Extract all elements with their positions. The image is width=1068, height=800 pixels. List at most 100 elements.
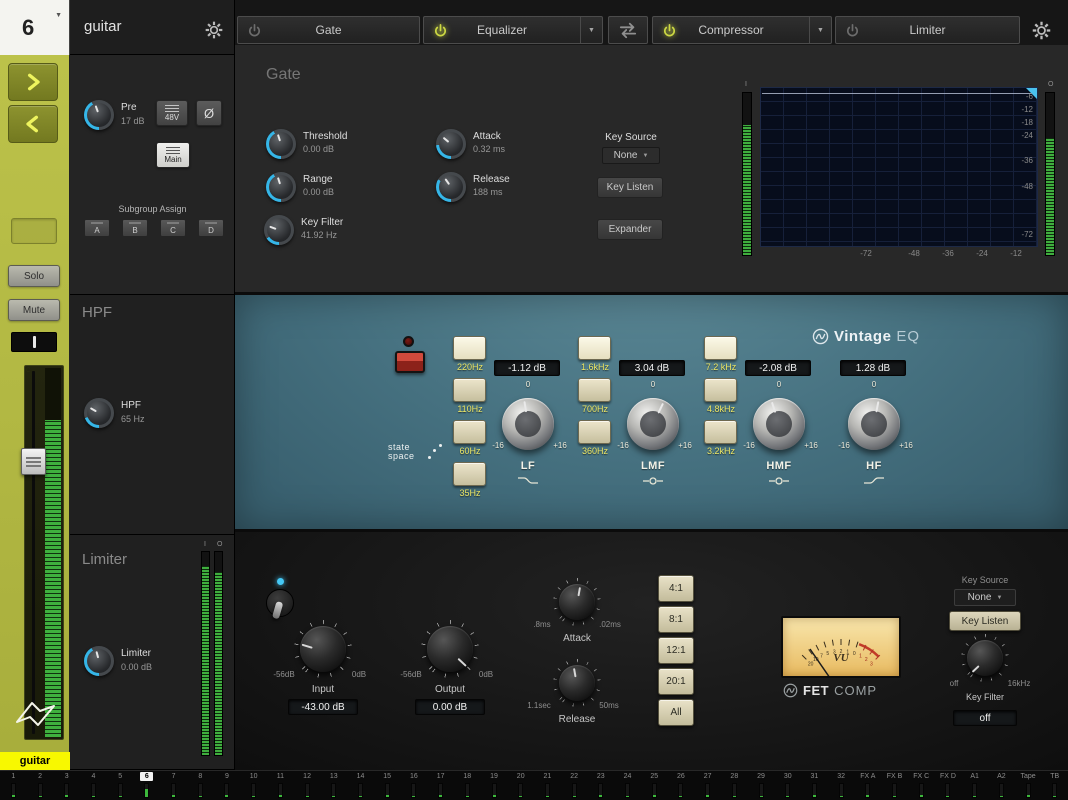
rail-channel-21[interactable]: 21 [534, 771, 561, 800]
gate-graph[interactable]: -6 -12 -18 -24 -36 -48 -72 [760, 87, 1038, 247]
rail-channel-26[interactable]: 26 [668, 771, 695, 800]
eq-lmf-freq-1k6-button[interactable] [578, 336, 611, 360]
comp-input-knob[interactable] [300, 626, 346, 672]
rail-channel-28[interactable]: 28 [721, 771, 748, 800]
comp-key-source-dropdown[interactable]: None ▼ [954, 589, 1016, 606]
phantom-48v-button[interactable]: 48V [156, 100, 188, 126]
subgroup-a-button[interactable]: A [84, 219, 110, 237]
processing-settings-gear-icon[interactable] [1026, 17, 1056, 43]
gate-threshold-knob[interactable] [266, 129, 296, 159]
subgroup-d-button[interactable]: D [198, 219, 224, 237]
comp-attack-knob[interactable] [559, 584, 595, 620]
eq-hmf-freq-4k8-button[interactable] [704, 378, 737, 402]
rail-channel-4[interactable]: 4 [80, 771, 107, 800]
comp-key-listen-button[interactable]: Key Listen [949, 611, 1021, 631]
rail-channel-FX D[interactable]: FX D [935, 771, 962, 800]
rail-channel-27[interactable]: 27 [694, 771, 721, 800]
rail-channel-FX C[interactable]: FX C [908, 771, 935, 800]
eq-hmf-freq-7k2-button[interactable] [704, 336, 737, 360]
rail-channel-8[interactable]: 8 [187, 771, 214, 800]
pan-control[interactable] [11, 332, 57, 352]
tab-equalizer[interactable]: Equalizer ▼ [423, 16, 603, 44]
rail-channel-32[interactable]: 32 [828, 771, 855, 800]
rail-channel-19[interactable]: 19 [481, 771, 508, 800]
rail-channel-9[interactable]: 9 [214, 771, 241, 800]
main-assign-button[interactable]: Main [156, 142, 190, 168]
eq-lmf-freq-360-button[interactable] [578, 420, 611, 444]
eq-lf-freq-110-button[interactable] [453, 378, 486, 402]
eq-power-switch[interactable] [395, 351, 425, 373]
tab-gate[interactable]: Gate [237, 16, 420, 44]
rail-channel-10[interactable]: 10 [240, 771, 267, 800]
channel-name-tag[interactable]: guitar [0, 752, 70, 770]
comp-output-knob[interactable] [427, 626, 473, 672]
rail-channel-FX A[interactable]: FX A [855, 771, 882, 800]
comp-release-knob[interactable] [559, 665, 595, 701]
comp-keyfilter-knob[interactable] [967, 640, 1003, 676]
pre-gain-knob[interactable] [84, 100, 114, 130]
mute-button[interactable]: Mute [8, 299, 60, 321]
hpf-knob[interactable] [84, 398, 114, 428]
gate-attack-knob[interactable] [436, 129, 466, 159]
comp-ratio-20-1-button[interactable]: 20:1 [658, 668, 694, 695]
channel-color-box[interactable] [11, 218, 57, 244]
phase-invert-button[interactable]: Ø [196, 100, 222, 126]
fader-handle[interactable] [21, 448, 46, 475]
tab-compressor[interactable]: Compressor ▼ [652, 16, 832, 44]
rail-channel-2[interactable]: 2 [27, 771, 54, 800]
rail-channel-Tape[interactable]: Tape [1015, 771, 1042, 800]
gate-range-knob[interactable] [266, 172, 296, 202]
rail-channel-23[interactable]: 23 [587, 771, 614, 800]
solo-button[interactable]: Solo [8, 265, 60, 287]
channel-settings-gear-icon[interactable] [202, 18, 226, 42]
prev-channel-button[interactable] [8, 105, 58, 143]
eq-lf-freq-35-button[interactable] [453, 462, 486, 486]
gate-key-source-dropdown[interactable]: None ▼ [602, 147, 660, 164]
rail-channel-1[interactable]: 1 [0, 771, 27, 800]
gate-expander-button[interactable]: Expander [597, 219, 663, 240]
rail-channel-30[interactable]: 30 [774, 771, 801, 800]
comp-ratio-12-1-button[interactable]: 12:1 [658, 637, 694, 664]
eq-lmf-freq-700-button[interactable] [578, 378, 611, 402]
rail-channel-31[interactable]: 31 [801, 771, 828, 800]
rail-channel-FX B[interactable]: FX B [881, 771, 908, 800]
swap-order-button[interactable] [608, 16, 648, 44]
tab-limiter[interactable]: Limiter [835, 16, 1020, 44]
comp-ratio-all-button[interactable]: All [658, 699, 694, 726]
comp-ratio-4-1-button[interactable]: 4:1 [658, 575, 694, 602]
equalizer-menu-caret-icon[interactable]: ▼ [580, 17, 602, 43]
subgroup-b-button[interactable]: B [122, 219, 148, 237]
rail-channel-14[interactable]: 14 [347, 771, 374, 800]
rail-channel-13[interactable]: 13 [320, 771, 347, 800]
rail-channel-29[interactable]: 29 [748, 771, 775, 800]
eq-lf-freq-60-button[interactable] [453, 420, 486, 444]
rail-channel-5[interactable]: 5 [107, 771, 134, 800]
limiter-knob[interactable] [84, 646, 114, 676]
rail-channel-11[interactable]: 11 [267, 771, 294, 800]
rail-channel-15[interactable]: 15 [374, 771, 401, 800]
subgroup-c-button[interactable]: C [160, 219, 186, 237]
next-channel-button[interactable] [8, 63, 58, 101]
comp-ratio-8-1-button[interactable]: 8:1 [658, 606, 694, 633]
channel-number-caret-icon[interactable]: ▼ [55, 12, 62, 19]
rail-channel-25[interactable]: 25 [641, 771, 668, 800]
rail-channel-TB[interactable]: TB [1041, 771, 1068, 800]
gate-keyfilter-knob[interactable] [264, 215, 294, 245]
gate-key-listen-button[interactable]: Key Listen [597, 177, 663, 198]
rail-channel-18[interactable]: 18 [454, 771, 481, 800]
rail-channel-6[interactable]: 6 [134, 771, 161, 800]
compressor-menu-caret-icon[interactable]: ▼ [809, 17, 831, 43]
eq-hmf-freq-3k2-button[interactable] [704, 420, 737, 444]
rail-channel-22[interactable]: 22 [561, 771, 588, 800]
gate-release-knob[interactable] [436, 172, 466, 202]
rail-channel-20[interactable]: 20 [507, 771, 534, 800]
rail-channel-A2[interactable]: A2 [988, 771, 1015, 800]
rail-channel-7[interactable]: 7 [160, 771, 187, 800]
rail-channel-17[interactable]: 17 [427, 771, 454, 800]
comp-power-toggle[interactable] [266, 589, 294, 617]
rail-channel-24[interactable]: 24 [614, 771, 641, 800]
rail-channel-3[interactable]: 3 [53, 771, 80, 800]
channel-number-box[interactable]: 6 ▼ [0, 0, 70, 55]
eq-lf-freq-220-button[interactable] [453, 336, 486, 360]
rail-channel-16[interactable]: 16 [401, 771, 428, 800]
